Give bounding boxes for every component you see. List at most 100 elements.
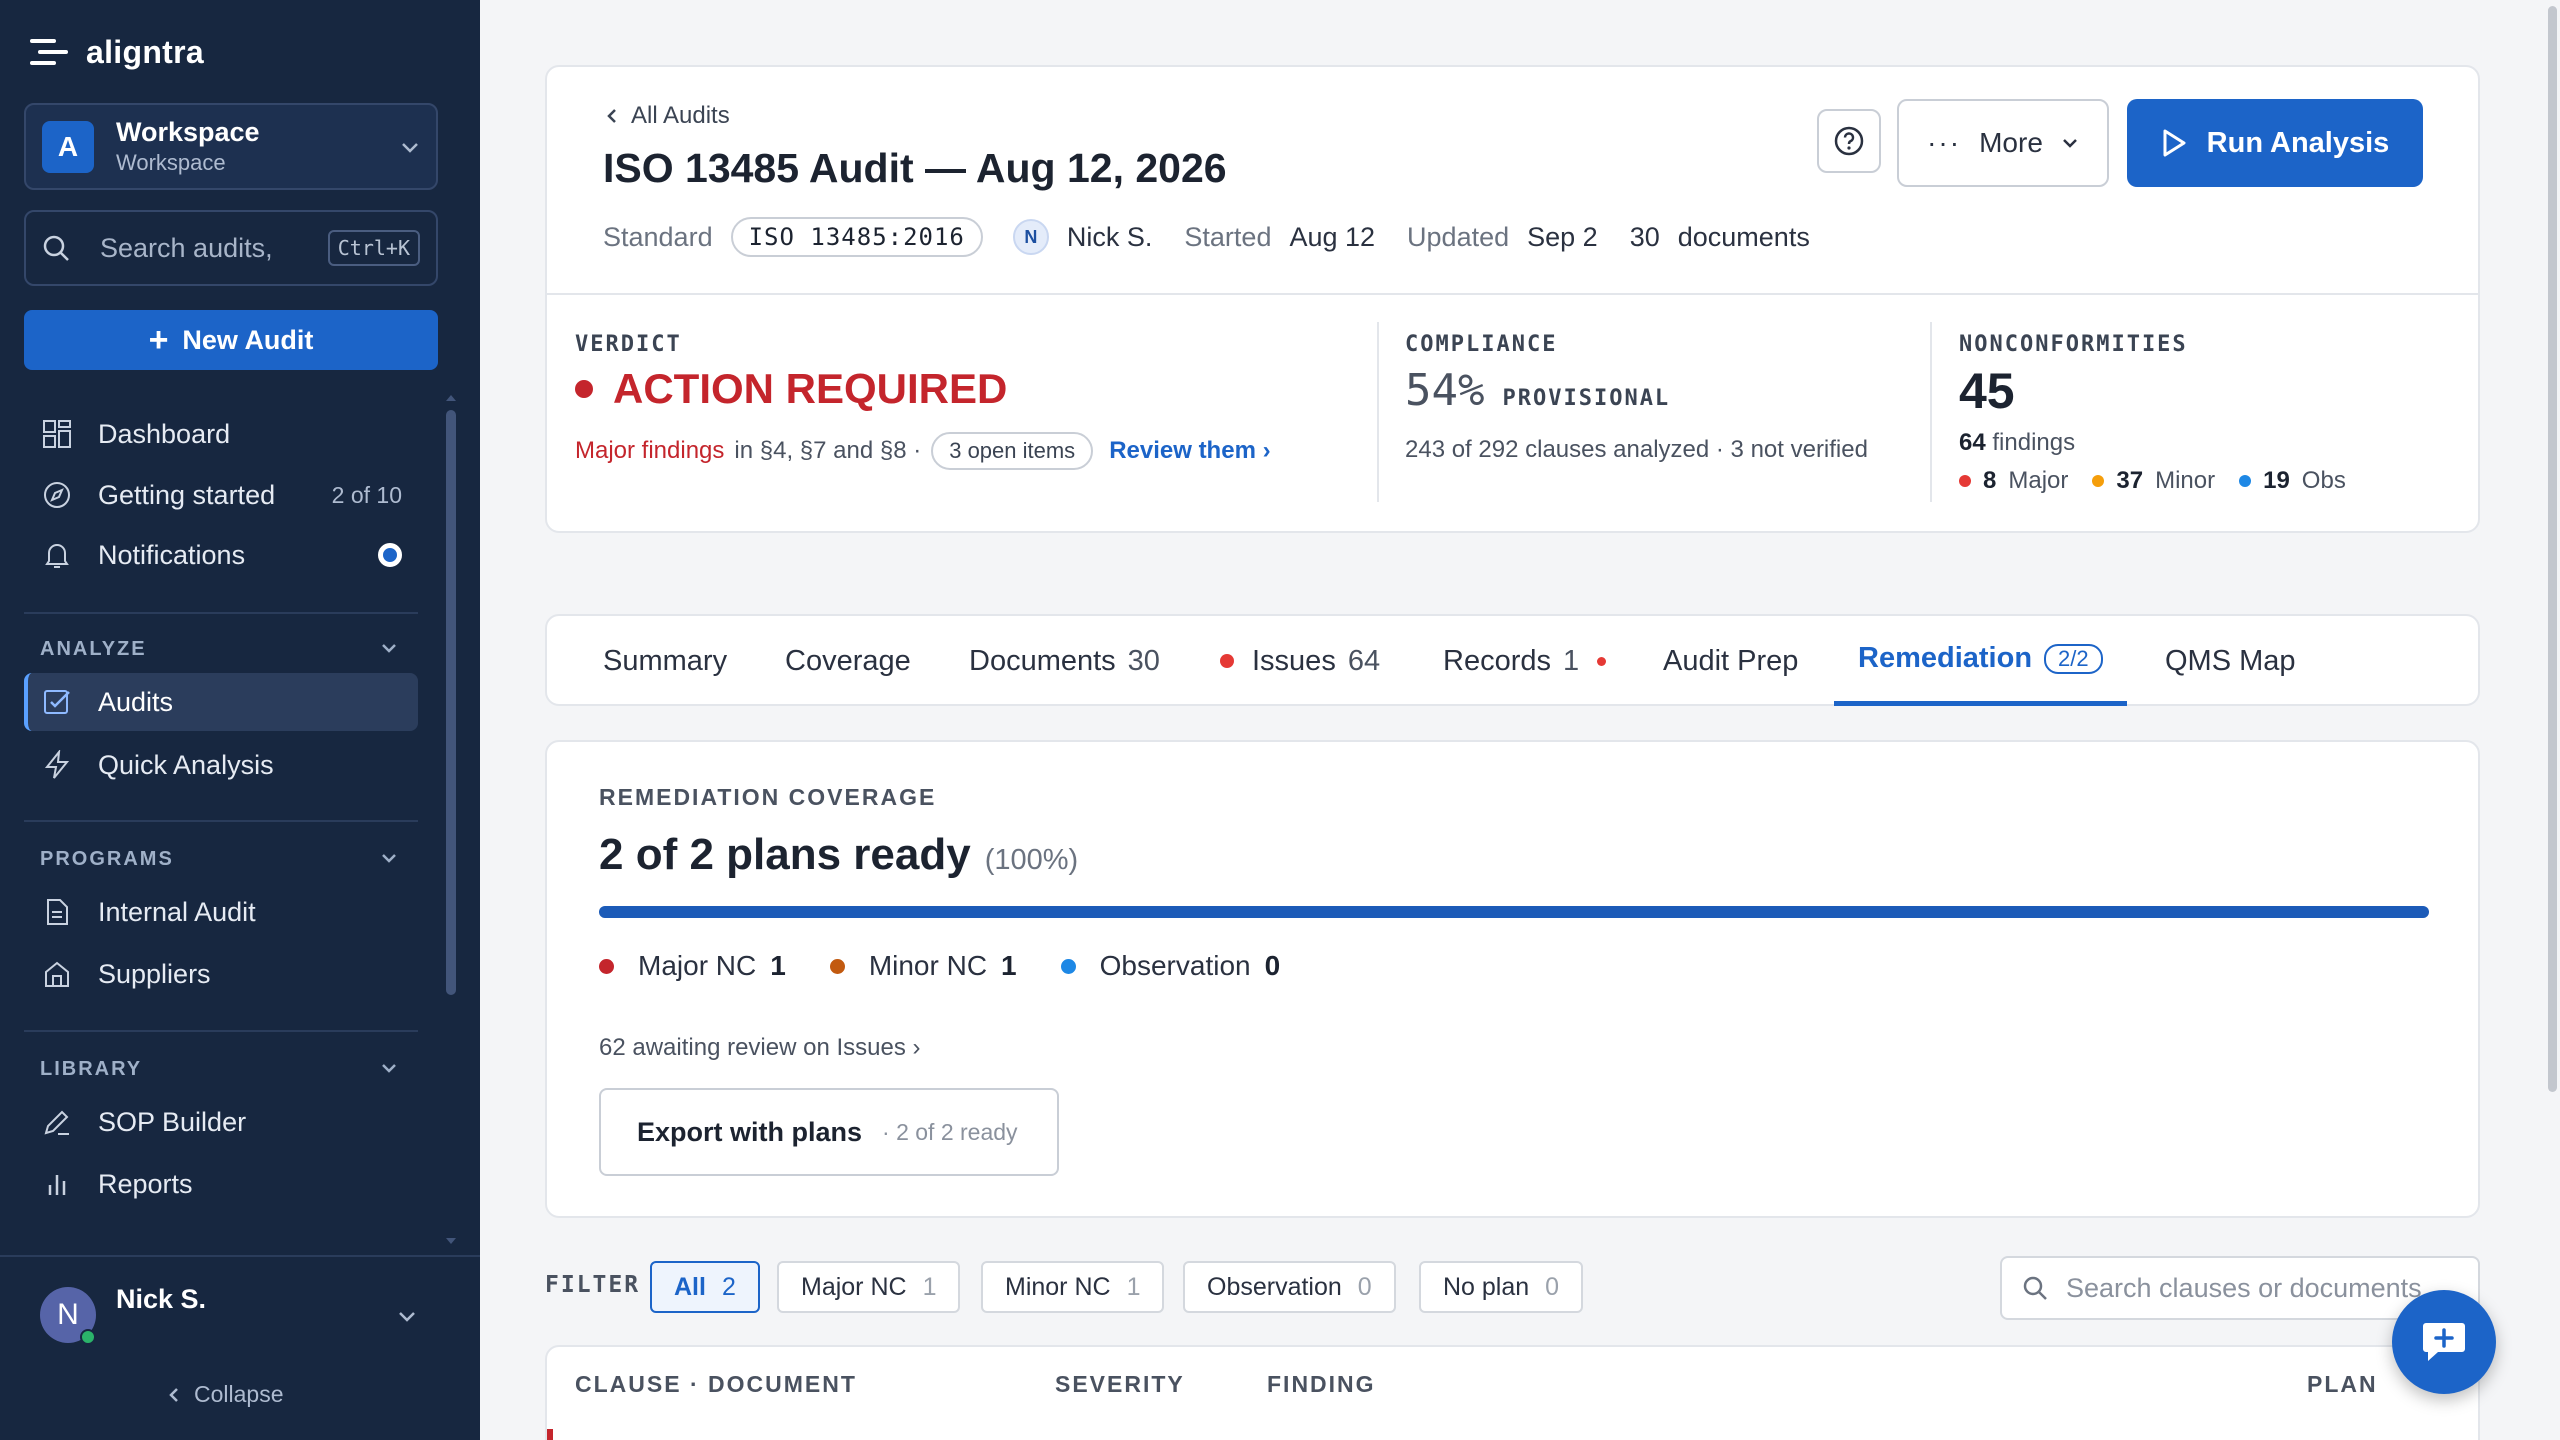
new-audit-button[interactable]: + New Audit: [24, 310, 438, 370]
sidebar-item-suppliers[interactable]: Suppliers: [24, 945, 418, 1003]
filter-chip-observation[interactable]: Observation 0: [1183, 1261, 1396, 1313]
tab-records[interactable]: Records 1: [1443, 616, 1607, 706]
obs-dot: [2239, 475, 2252, 487]
scroll-down-icon[interactable]: [444, 1236, 458, 1246]
chevron-down-icon[interactable]: [380, 1062, 398, 1074]
filter-chip-no-plan[interactable]: No plan 0: [1419, 1261, 1584, 1313]
scroll-up-icon[interactable]: [444, 393, 458, 403]
user-menu[interactable]: N Nick S.: [0, 1255, 480, 1365]
verdict-value: ACTION REQUIRED: [575, 365, 1007, 413]
legend-count: 1: [770, 950, 786, 981]
divider: [1930, 322, 1932, 502]
compliance-percent: 54%: [1405, 365, 1485, 416]
menu-icon: [30, 39, 68, 65]
tab-label: Remediation: [1858, 642, 2033, 674]
review-link[interactable]: Review them ›: [1109, 437, 1270, 465]
verdict-detail: Major findings in §4, §7 and §8 · 3 open…: [575, 432, 1271, 470]
findings-count: 64: [1959, 429, 1986, 456]
tab-remediation[interactable]: Remediation 2/2: [1834, 616, 2127, 706]
back-link[interactable]: All Audits: [607, 102, 730, 130]
tab-documents[interactable]: Documents 30: [969, 616, 1160, 706]
search-input[interactable]: Search clauses or documents: [2066, 1273, 2422, 1304]
online-status-dot: [80, 1329, 96, 1345]
page-scrollbar-thumb[interactable]: [2548, 6, 2557, 1092]
audit-header-card: All Audits ISO 13485 Audit — Aug 12, 202…: [545, 65, 2480, 533]
export-with-plans-button[interactable]: Export with plans · 2 of 2 ready: [599, 1088, 1059, 1176]
chevron-down-icon[interactable]: [380, 642, 398, 654]
tab-summary[interactable]: Summary: [603, 616, 727, 706]
sidebar-item-label: Dashboard: [98, 418, 231, 449]
sidebar-scrollbar[interactable]: [446, 410, 456, 995]
checklist-icon: [40, 685, 74, 719]
document-icon: [40, 895, 74, 929]
tab-label: QMS Map: [2165, 644, 2296, 677]
column-header-severity[interactable]: SEVERITY: [1055, 1371, 1185, 1398]
section-programs[interactable]: PROGRAMS: [40, 848, 174, 871]
legend-dot: [1060, 958, 1076, 974]
tab-qms-map[interactable]: QMS Map: [2165, 616, 2296, 706]
section-analyze[interactable]: ANALYZE: [40, 638, 147, 661]
plus-icon: +: [148, 321, 169, 359]
tab-count: 1: [1563, 644, 1580, 677]
legend-observation: Observation 0: [1060, 950, 1280, 982]
sidebar-search[interactable]: Search audits, Ctrl+K: [24, 210, 438, 286]
new-audit-label: New Audit: [182, 324, 314, 355]
lightning-icon: [40, 748, 74, 782]
sidebar-item-audits[interactable]: Audits: [24, 673, 418, 731]
sidebar-item-label: Internal Audit: [98, 896, 256, 927]
tab-coverage[interactable]: Coverage: [785, 616, 911, 706]
column-header-plan[interactable]: PLAN: [2307, 1371, 2378, 1398]
divider: [24, 1030, 418, 1032]
sidebar-item-notifications[interactable]: Notifications: [24, 526, 418, 584]
sidebar-item-internal-audit[interactable]: Internal Audit: [24, 883, 418, 941]
alert-dot: [1597, 656, 1607, 666]
sidebar-item-dashboard[interactable]: Dashboard: [24, 405, 418, 463]
open-items-badge[interactable]: 3 open items: [931, 432, 1094, 470]
sidebar-item-label: Getting started: [98, 479, 276, 510]
more-button[interactable]: ··· More: [1897, 99, 2109, 187]
updated-label: Updated: [1407, 221, 1510, 252]
remediation-title: 2 of 2 plans ready (100%): [599, 830, 1078, 880]
filter-chip-all[interactable]: All 2: [650, 1261, 760, 1313]
chevron-down-icon: [2063, 139, 2077, 148]
chevron-down-icon: [402, 142, 418, 153]
chip-label: Major NC: [801, 1272, 907, 1301]
column-header-clause[interactable]: CLAUSE · DOCUMENT: [575, 1371, 857, 1398]
column-header-finding[interactable]: FINDING: [1267, 1371, 1376, 1398]
nonconformities-value: 45: [1959, 363, 2015, 419]
owner-avatar: N: [1012, 219, 1049, 255]
sidebar-item-label: Suppliers: [98, 958, 211, 989]
sidebar-item-quick-analysis[interactable]: Quick Analysis: [24, 736, 418, 794]
tab-issues[interactable]: Issues 64: [1220, 616, 1380, 706]
tab-label: Summary: [603, 644, 728, 677]
remediation-progress-bar: [599, 906, 2429, 918]
section-library[interactable]: LIBRARY: [40, 1058, 142, 1081]
sidebar-item-reports[interactable]: Reports: [24, 1155, 418, 1213]
help-button[interactable]: [1817, 109, 1881, 173]
findings-table-header: CLAUSE · DOCUMENT SEVERITY FINDING PLAN: [545, 1345, 2480, 1440]
workspace-switcher[interactable]: A Workspace Workspace: [24, 103, 438, 190]
chat-button[interactable]: [2392, 1290, 2496, 1394]
page-scrollbar[interactable]: [2544, 0, 2560, 1440]
search-input[interactable]: Search audits,: [100, 233, 328, 264]
brand[interactable]: aligntra: [30, 30, 204, 74]
sidebar-item-sop-builder[interactable]: SOP Builder: [24, 1093, 418, 1151]
verdict-label: VERDICT: [575, 332, 682, 357]
chip-label: Observation: [1207, 1272, 1342, 1301]
collapse-button[interactable]: Collapse: [168, 1381, 284, 1408]
ellipsis-icon: ···: [1927, 127, 1962, 158]
nonconformities-label: NONCONFORMITIES: [1959, 332, 2188, 357]
filter-chip-major-nc[interactable]: Major NC 1: [777, 1261, 961, 1313]
chip-label: No plan: [1443, 1272, 1530, 1301]
chevron-down-icon[interactable]: [380, 852, 398, 864]
grid-icon: [40, 417, 74, 451]
filter-chip-minor-nc[interactable]: Minor NC 1: [981, 1261, 1165, 1313]
chevron-down-icon: [399, 1312, 415, 1322]
sidebar-item-getting-started[interactable]: Getting started 2 of 10: [24, 466, 418, 524]
legend-dot: [829, 958, 845, 974]
tab-audit-prep[interactable]: Audit Prep: [1663, 616, 1798, 706]
chevron-left-icon: [607, 109, 616, 123]
awaiting-review-link[interactable]: 62 awaiting review on Issues ›: [599, 1034, 921, 1062]
run-analysis-button[interactable]: Run Analysis: [2127, 99, 2423, 187]
compliance-value: 54% PROVISIONAL: [1405, 365, 1670, 416]
